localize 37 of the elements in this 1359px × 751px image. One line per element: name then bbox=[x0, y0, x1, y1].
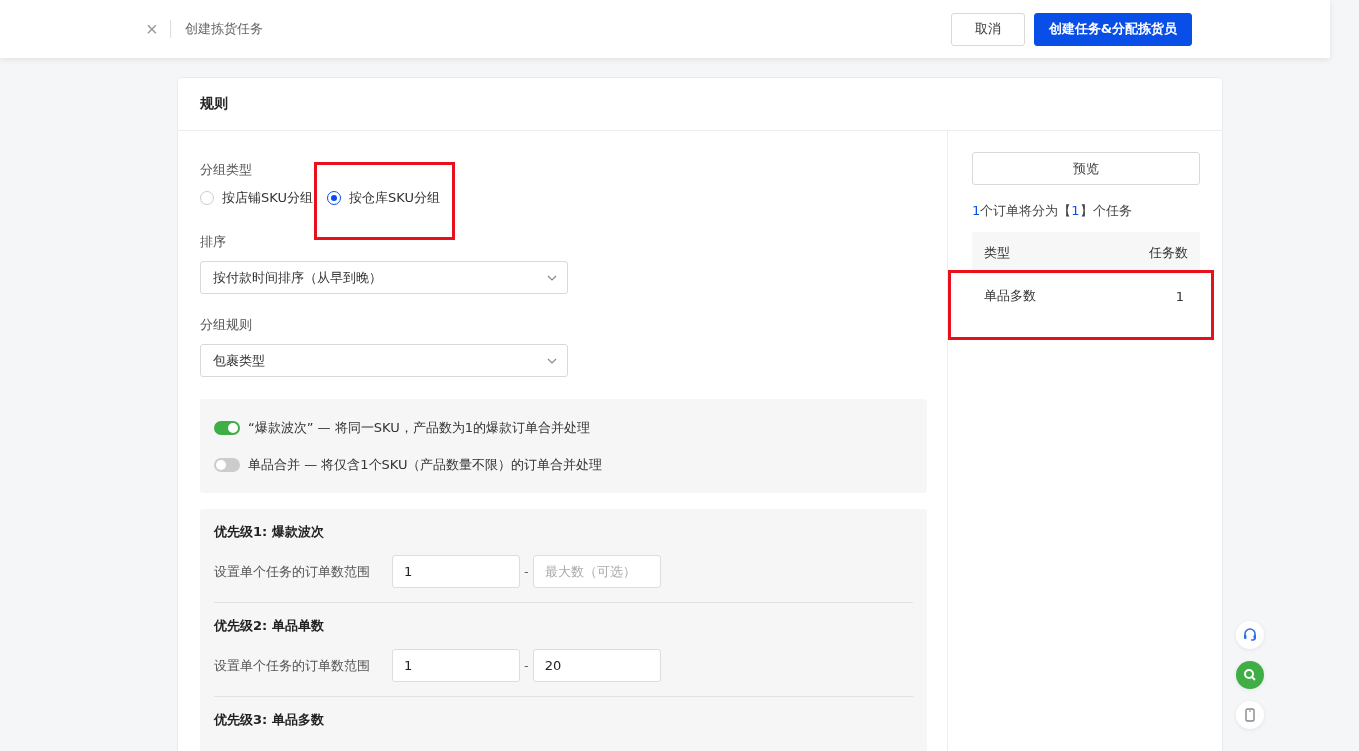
radio-option[interactable]: 按店铺SKU分组 bbox=[200, 189, 313, 207]
max-input[interactable]: 最大数（可选） bbox=[532, 555, 661, 588]
summary-text: 1个订单将分为【1】个任务 bbox=[972, 202, 1133, 220]
radio-option[interactable]: 按仓库SKU分组 bbox=[326, 189, 440, 207]
min-input[interactable]: 1 bbox=[392, 649, 520, 682]
chevron-icon bbox=[547, 357, 557, 364]
field-label: 排序 bbox=[200, 233, 226, 251]
field-label: 分组类型 bbox=[200, 161, 252, 179]
min-input[interactable]: 1 bbox=[392, 555, 520, 588]
range-label: 设置单个任务的订单数范围 bbox=[214, 656, 371, 675]
max-input[interactable]: 20 bbox=[532, 649, 661, 682]
range-dash: - bbox=[524, 658, 529, 673]
chevron-icon bbox=[547, 274, 557, 281]
toggle-switch[interactable] bbox=[214, 457, 240, 472]
page-title: 创建拣货任务 bbox=[184, 20, 264, 38]
range-label: 设置单个任务的订单数范围 bbox=[214, 562, 371, 581]
toggle-label: 单品合并 — 将仅含1个SKU（产品数量不限）的订单合并处理 bbox=[248, 455, 603, 474]
phone-icon[interactable] bbox=[1236, 701, 1264, 729]
table-cell: 单品多数 bbox=[984, 287, 1036, 305]
toggle-switch[interactable] bbox=[214, 420, 240, 435]
preview-button[interactable]: 预览 bbox=[972, 152, 1200, 185]
create-button[interactable]: 创建任务&分配拣货员 bbox=[1033, 12, 1192, 46]
range-dash: - bbox=[524, 564, 529, 579]
headset-icon[interactable] bbox=[1236, 621, 1264, 649]
column-header: 任务数 bbox=[1149, 244, 1188, 262]
table-cell: 1 bbox=[1175, 288, 1184, 304]
priority-title: 优先级3: 单品多数 bbox=[214, 711, 324, 729]
priority-title: 优先级1: 爆款波次 bbox=[214, 523, 324, 541]
rule-select[interactable]: 包裹类型 bbox=[200, 344, 568, 377]
column-header: 类型 bbox=[984, 244, 1010, 262]
cancel-button[interactable]: 取消 bbox=[950, 12, 1025, 46]
field-label: 分组规则 bbox=[200, 316, 252, 334]
card-title: 规则 bbox=[200, 95, 228, 113]
toggle-label: “爆款波次” — 将同一SKU，产品数为1的爆款订单合并处理 bbox=[248, 418, 590, 437]
sort-select[interactable]: 按付款时间排序（从早到晚） bbox=[200, 261, 568, 294]
priority-title: 优先级2: 单品单数 bbox=[214, 617, 324, 635]
search-icon[interactable] bbox=[1236, 661, 1264, 689]
